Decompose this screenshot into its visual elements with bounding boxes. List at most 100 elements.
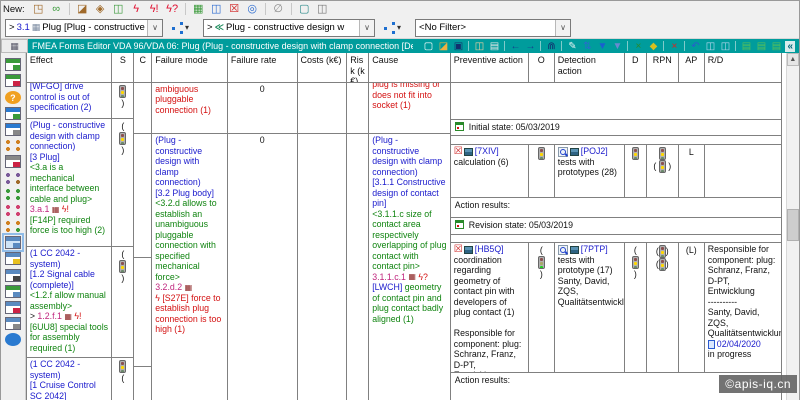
list-view3-icon[interactable]: ▤: [769, 40, 783, 53]
structure-dropdown-button[interactable]: ∨: [147, 19, 162, 36]
window-settings-icon[interactable]: ◫: [315, 3, 330, 16]
element-function-icon[interactable]: ◫: [111, 3, 126, 16]
vertical-scrollbar[interactable]: ▲: [785, 53, 799, 400]
consistency-icon[interactable]: ◫: [703, 40, 717, 53]
forms-editor-icon[interactable]: [1, 233, 24, 253]
revision-state-row[interactable]: Revision state: 05/03/2019: [450, 218, 781, 235]
filter-add-icon[interactable]: ▼: [610, 40, 624, 53]
filter-lungs-icon[interactable]: [4, 333, 21, 347]
severity-cell[interactable]: (: [112, 358, 135, 400]
copy-element-icon[interactable]: ◪: [75, 3, 90, 16]
add-row-icon[interactable]: [4, 74, 21, 88]
highlight-icon[interactable]: ◆: [646, 40, 660, 53]
search-box-icon[interactable]: ◎: [245, 3, 260, 16]
delete-box-icon[interactable]: ☒: [227, 3, 242, 16]
structure-history-icon[interactable]: [4, 122, 21, 136]
back-icon[interactable]: ←: [508, 40, 522, 53]
chart-editor-icon[interactable]: [4, 301, 21, 314]
classification-cell[interactable]: [134, 134, 153, 258]
effect-cell[interactable]: (1 CC 2042 - system) [1 Cruise Control SC…: [26, 358, 113, 400]
cause-cell[interactable]: plug is missing or does not fit into soc…: [369, 83, 451, 134]
action-results-row[interactable]: Action results:: [450, 198, 781, 218]
deadline-entry-icon[interactable]: ▦: [191, 3, 206, 16]
open-icon[interactable]: ◪: [436, 40, 450, 53]
initial-state-row[interactable]: Initial state: 05/03/2019: [450, 120, 781, 136]
new-function-icon[interactable]: ∞: [49, 3, 64, 16]
scrollbar-thumb[interactable]: [786, 209, 799, 241]
cause-effect-net-icon[interactable]: [4, 187, 21, 201]
search-binoculars-icon[interactable]: ⋒: [544, 40, 558, 53]
failure-mode-cell[interactable]: ϟ [8H48] ambiguous pluggable connection …: [152, 83, 228, 134]
help-icon[interactable]: ?: [4, 90, 21, 104]
save-icon[interactable]: ▣: [451, 40, 465, 53]
costs-cell[interactable]: [297, 83, 348, 134]
preventive-action-cell[interactable]: ☒ [7XIV] calculation (6): [450, 145, 529, 198]
rd-cell[interactable]: [704, 145, 781, 198]
severity-cell[interactable]: (): [112, 247, 135, 358]
forward-icon[interactable]: →: [523, 40, 537, 53]
severity-cell[interactable]: ): [112, 83, 135, 119]
import-icon[interactable]: ◫: [472, 40, 486, 53]
risk-net-icon[interactable]: [4, 203, 21, 217]
classification-cell[interactable]: [134, 83, 153, 134]
occurrence-cell[interactable]: (): [528, 243, 555, 373]
detection-action-cell[interactable]: [POJ2] tests with prototypes (28): [554, 145, 625, 198]
costs-cell[interactable]: [297, 134, 348, 400]
failure-rate-cell[interactable]: 0: [227, 134, 298, 400]
new-document-icon[interactable]: ▢: [421, 40, 435, 53]
new-failure-icon[interactable]: ϟ: [129, 3, 144, 16]
risk-cell[interactable]: [347, 134, 370, 400]
effect-cell[interactable]: (1 CC 2042 - system) [1.2 Signal cable (c…: [26, 247, 113, 358]
ap-cell[interactable]: L: [678, 145, 705, 198]
failure-rate-cell[interactable]: 0: [227, 83, 298, 134]
preventive-action-cell[interactable]: ☒ [HB5Q] coordination regarding geometry …: [450, 243, 529, 373]
block-icon[interactable]: ∅: [271, 3, 286, 16]
deadline-editor-icon[interactable]: [4, 317, 21, 331]
undo-icon[interactable]: ↶: [688, 40, 702, 53]
structure-editor-icon[interactable]: [4, 106, 21, 120]
filter-dropdown-button[interactable]: ∨: [555, 19, 571, 36]
detection-rating-cell[interactable]: [624, 145, 647, 198]
statistics-icon[interactable]: [4, 252, 21, 266]
rpn-cell[interactable]: ( ): [646, 145, 679, 198]
function-tree-icon[interactable]: [4, 220, 21, 234]
lambda-editor-icon[interactable]: [4, 268, 21, 282]
function-net-icon[interactable]: [4, 139, 21, 153]
detection-rating-cell[interactable]: (): [624, 243, 647, 373]
failure-mode-cell[interactable]: (Plug - constructive design with clamp c…: [152, 134, 228, 400]
window-layout-icon[interactable]: ▢: [297, 3, 312, 16]
cause-cell[interactable]: (Plug - constructive design with clamp c…: [369, 134, 451, 400]
rpn-cell[interactable]: ()(): [646, 243, 679, 373]
fmea-table-icon[interactable]: [4, 155, 21, 169]
classification-cell[interactable]: [134, 258, 153, 367]
list-view1-icon[interactable]: ▤: [739, 40, 753, 53]
filter-icon[interactable]: ▼: [595, 40, 609, 53]
list-view2-icon[interactable]: ▤: [754, 40, 768, 53]
copy-icon[interactable]: ◫: [209, 3, 224, 16]
collapse-toolbar-icon[interactable]: «: [785, 40, 795, 52]
detection-action-cell[interactable]: [7PTP] tests with prototype (17) Santy, D…: [554, 243, 625, 373]
process-flow-icon[interactable]: [4, 171, 21, 185]
new-failure-question-icon[interactable]: ϟ?: [165, 3, 180, 16]
new-characteristic-icon[interactable]: ◈: [93, 3, 108, 16]
function-dropdown-button[interactable]: ∨: [359, 19, 375, 36]
sort-icon[interactable]: ⇅: [580, 40, 594, 53]
filter-selector[interactable]: <No Filter> ∨: [415, 18, 572, 37]
occurrence-cell[interactable]: [528, 145, 555, 198]
rd-cell[interactable]: Responsible for component: plug: Schranz…: [704, 243, 781, 373]
function-selector[interactable]: > ≪ Plug - constructive design w ∨: [203, 18, 376, 37]
effect-cell[interactable]: [WFGO] drive control is out of specifica…: [26, 83, 113, 119]
excel-export-icon[interactable]: ×: [631, 40, 645, 53]
forms-overview-icon[interactable]: [4, 58, 21, 72]
new-element-icon[interactable]: ◳: [31, 3, 46, 16]
severity-cell[interactable]: (): [112, 119, 135, 247]
classification-cell[interactable]: [134, 367, 153, 400]
function-net-button[interactable]: ▾: [379, 20, 405, 36]
scroll-up-icon[interactable]: ▲: [786, 53, 799, 66]
risk-cell[interactable]: [347, 83, 370, 134]
edit-form-icon[interactable]: ✎: [565, 40, 579, 53]
consistency2-icon[interactable]: ◫: [718, 40, 732, 53]
structure-net-button[interactable]: ▾: [167, 20, 193, 36]
print-icon[interactable]: ▤: [487, 40, 501, 53]
effect-cell[interactable]: (Plug - constructive design with clamp c…: [26, 119, 113, 247]
